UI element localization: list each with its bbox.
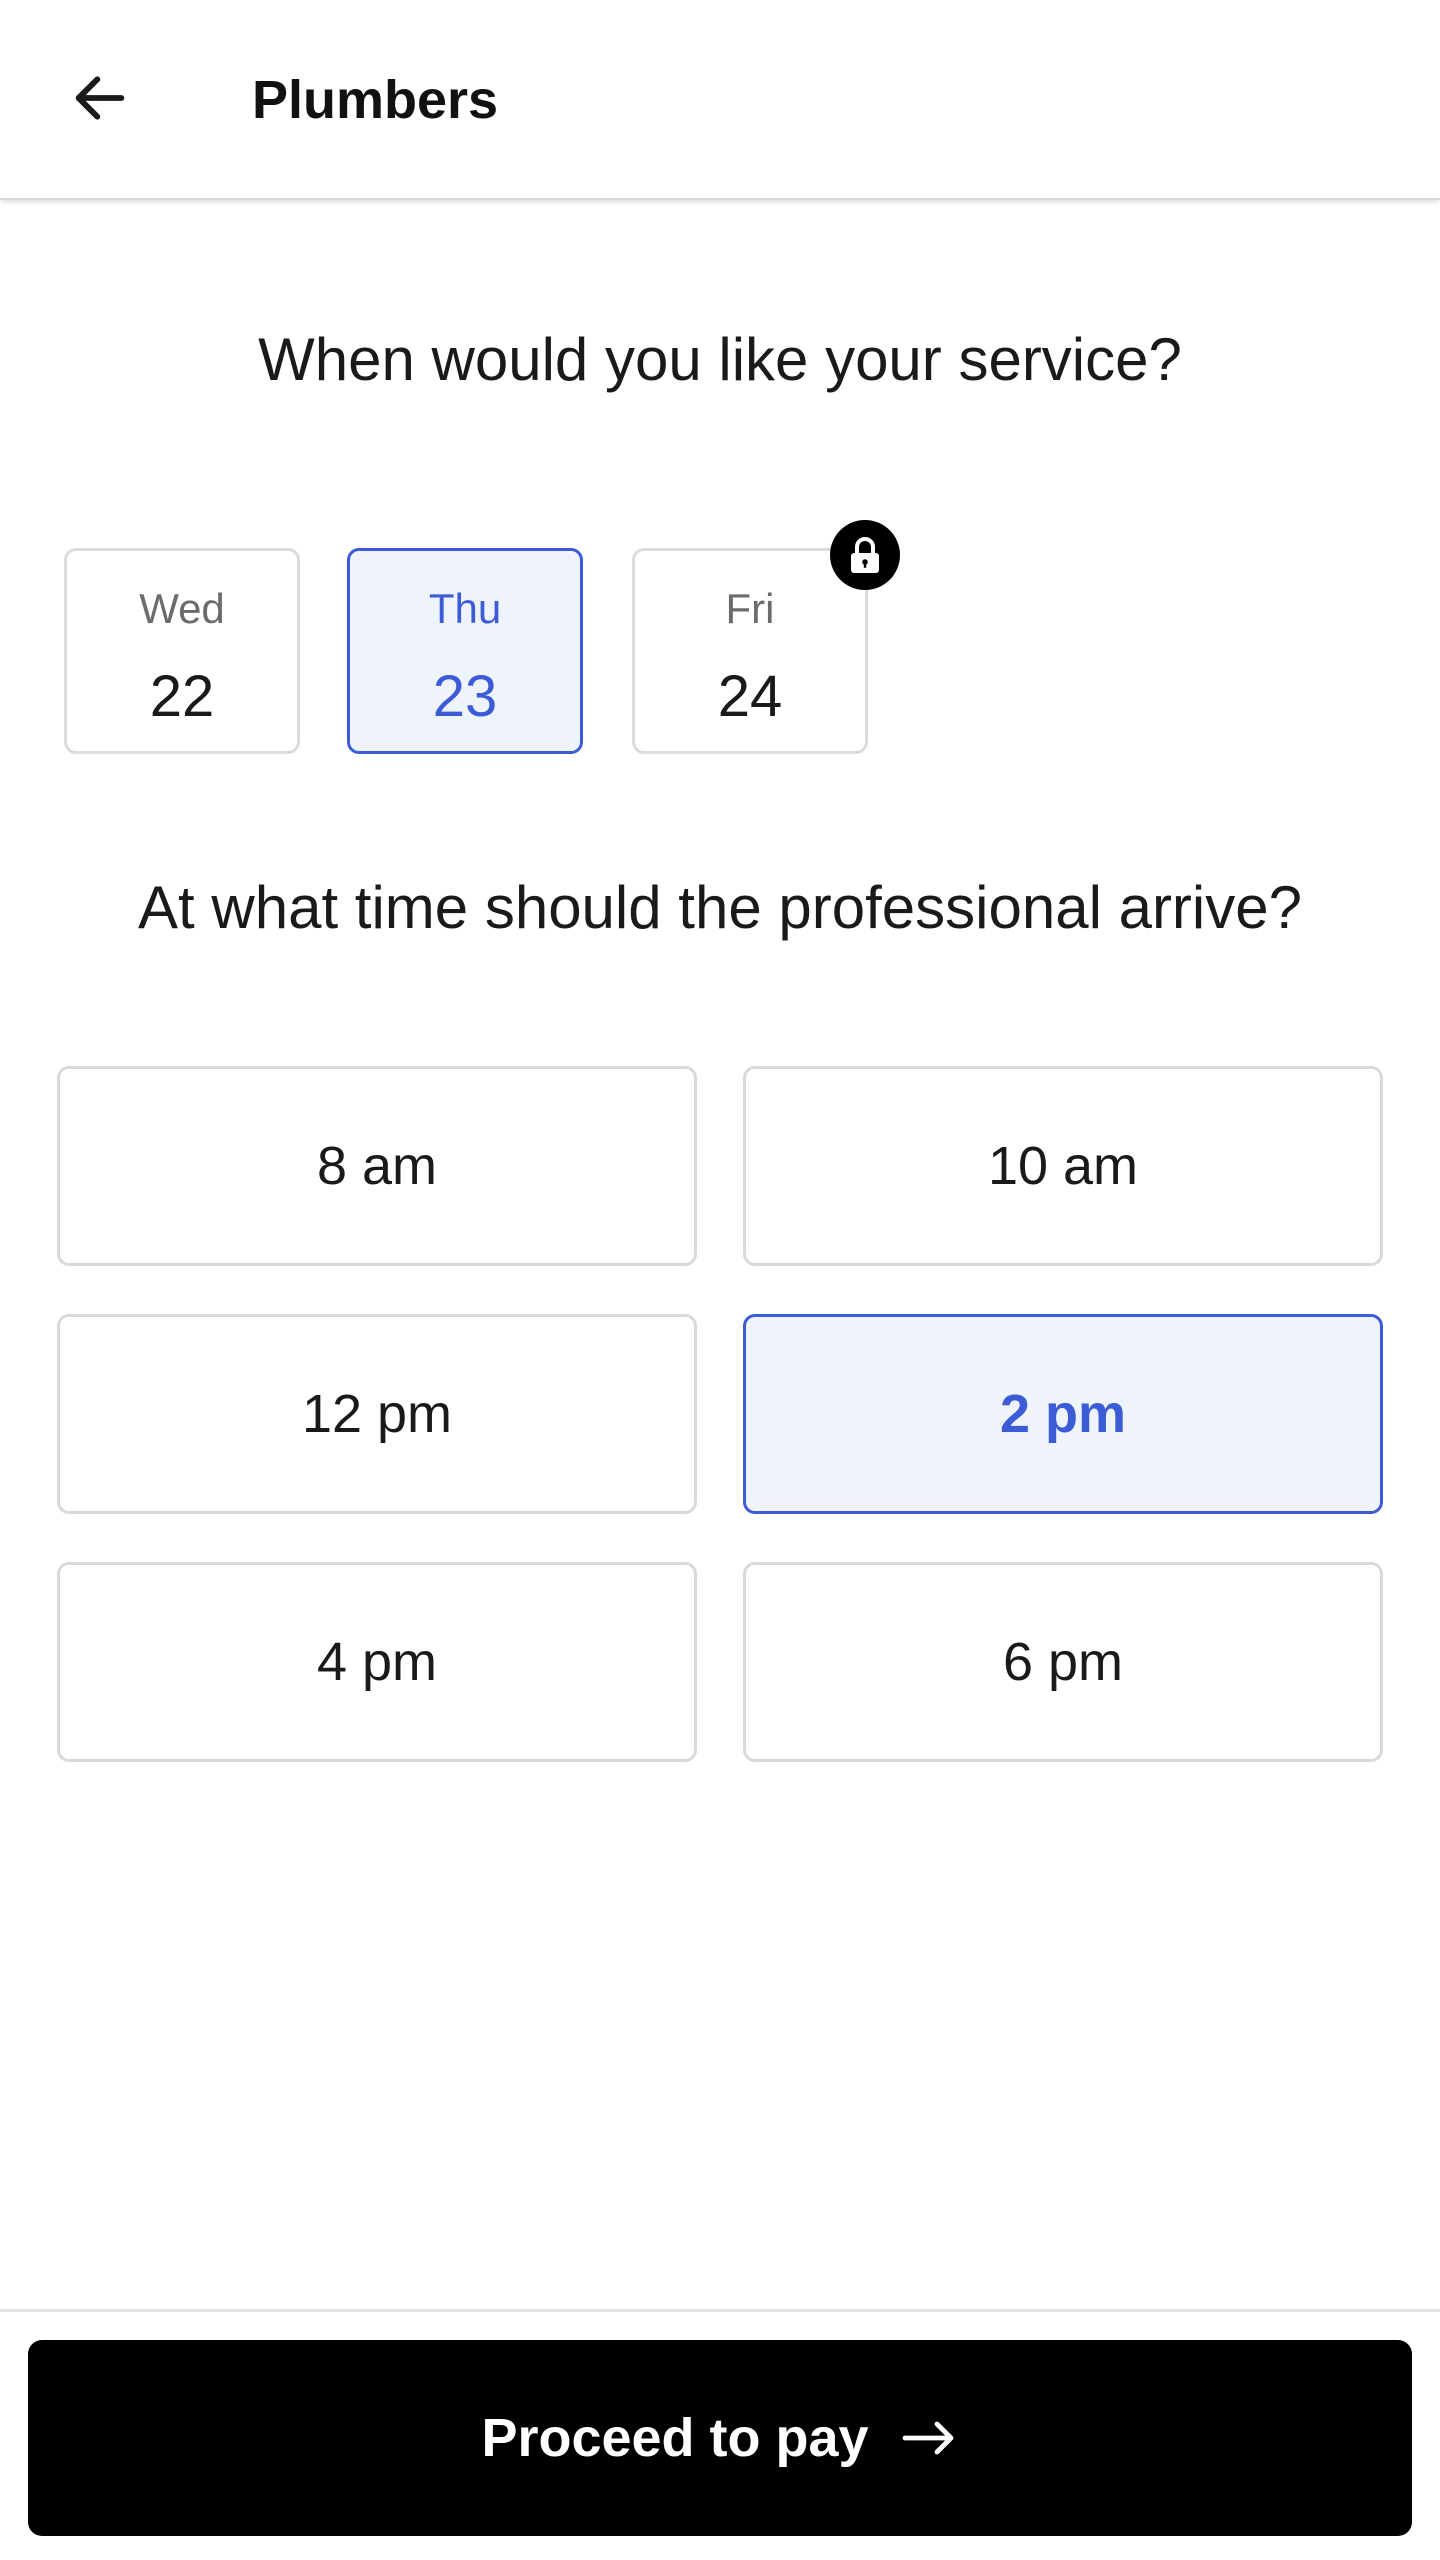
date-day-label: Wed [139, 585, 225, 632]
arrow-right-icon [899, 2418, 959, 2458]
time-question: At what time should the professional arr… [138, 874, 1302, 941]
date-option-thu-23[interactable]: Thu 23 [347, 548, 583, 754]
date-day-label: Fri [725, 585, 775, 632]
arrow-left-icon [75, 76, 125, 120]
proceed-to-pay-button[interactable]: Proceed to pay [28, 2340, 1412, 2536]
time-slot-2pm[interactable]: 2 pm [743, 1314, 1383, 1514]
time-slot-6pm[interactable]: 6 pm [743, 1562, 1383, 1762]
proceed-label: Proceed to pay [481, 2408, 869, 2468]
footer-divider [0, 2309, 1440, 2312]
date-number-label: 23 [432, 664, 498, 729]
back-button[interactable] [52, 50, 148, 146]
lock-badge [830, 520, 900, 590]
date-day-label: Thu [428, 585, 502, 632]
time-slot-4pm[interactable]: 4 pm [57, 1562, 697, 1762]
time-slot-10am[interactable]: 10 am [743, 1066, 1383, 1266]
page-title: Plumbers [252, 70, 499, 130]
lock-icon [851, 537, 879, 573]
date-option-wed-22[interactable]: Wed 22 [64, 548, 300, 754]
date-option-fri-24[interactable]: Fri 24 [632, 548, 868, 754]
app-bar: Plumbers [0, 0, 1440, 200]
time-slot-8am[interactable]: 8 am [57, 1066, 697, 1266]
date-question: When would you like your service? [258, 326, 1182, 393]
date-number-label: 22 [149, 664, 215, 729]
time-slot-12pm[interactable]: 12 pm [57, 1314, 697, 1514]
date-number-label: 24 [717, 664, 783, 729]
